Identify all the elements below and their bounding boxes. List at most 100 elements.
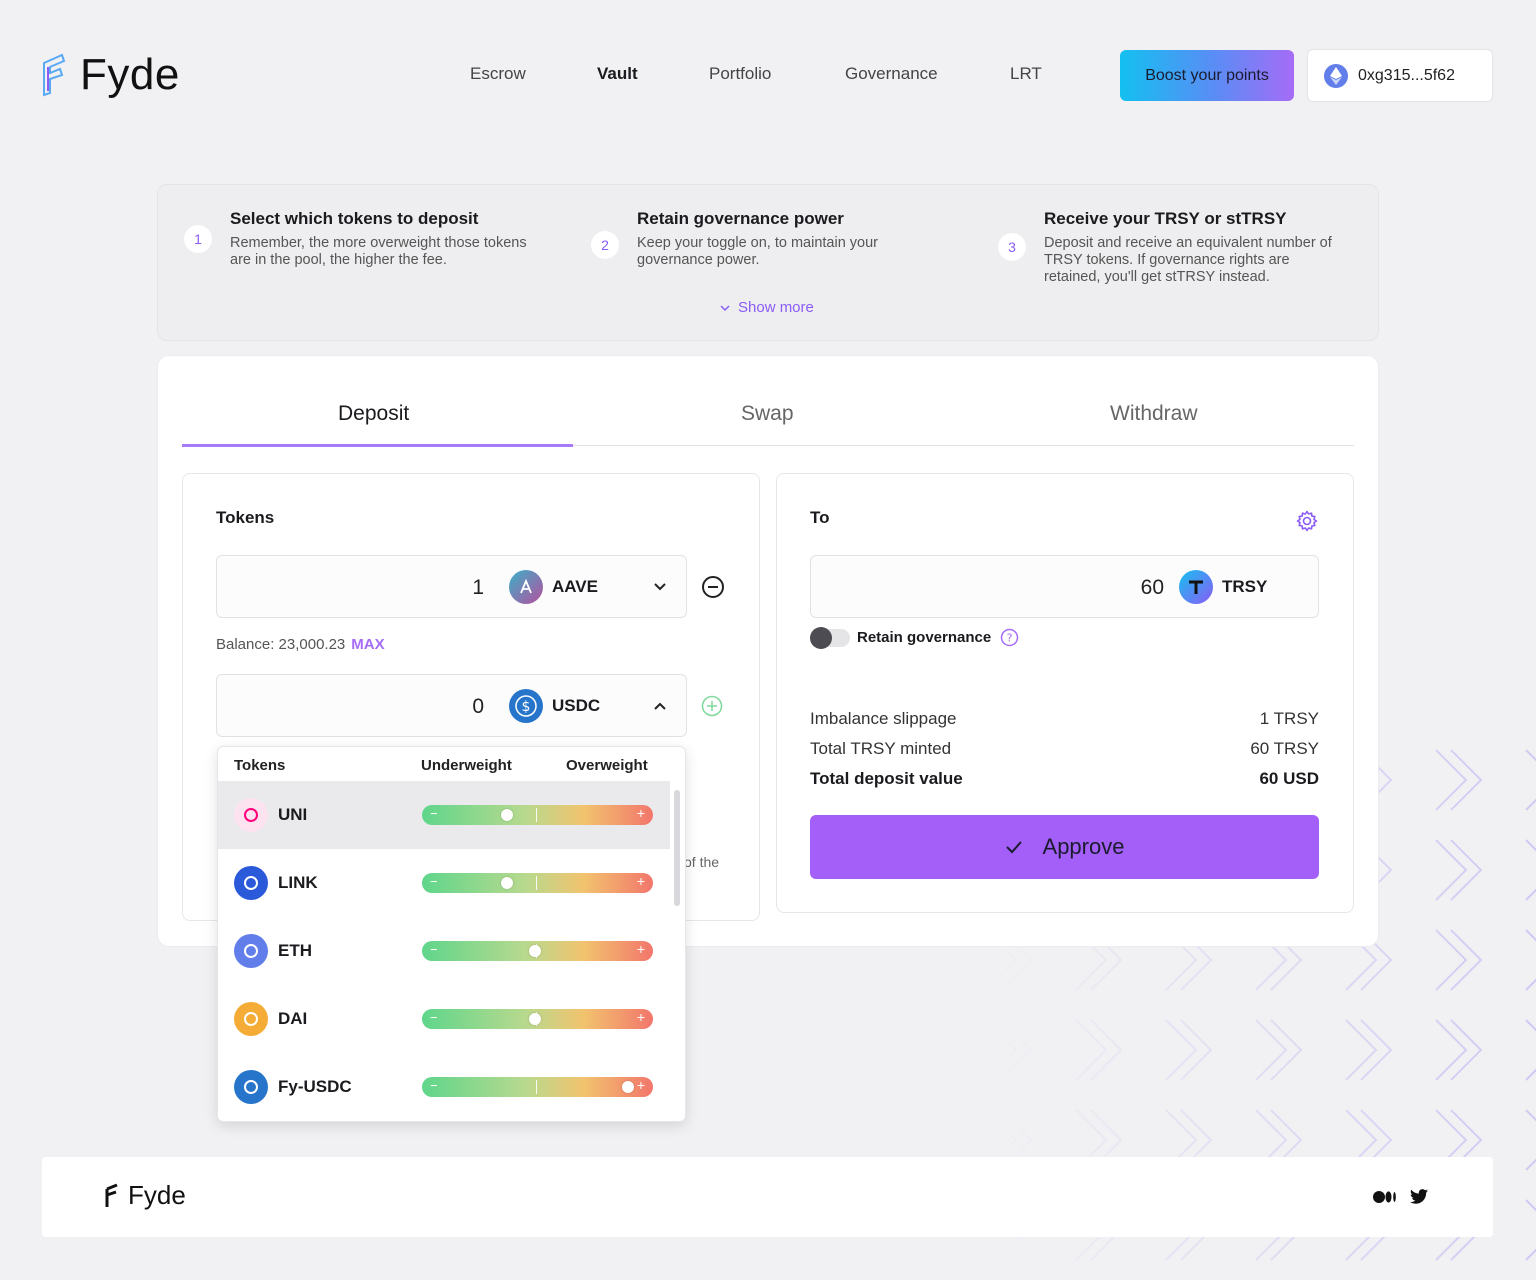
weight-knob bbox=[529, 1013, 541, 1025]
token-dropdown: Tokens Underweight Overweight UNI − + LINK −… bbox=[217, 746, 686, 1122]
fyde-logo-icon bbox=[105, 1183, 118, 1207]
dropdown-header-tokens: Tokens bbox=[234, 757, 286, 774]
weight-slider: − + bbox=[422, 1077, 653, 1097]
footer bbox=[42, 1157, 1493, 1237]
remove-token-icon[interactable] bbox=[701, 575, 725, 599]
weight-slider: − + bbox=[422, 873, 653, 893]
slider-midpoint bbox=[536, 808, 537, 822]
receive-amount: 60 bbox=[1140, 576, 1164, 599]
weight-slider: − + bbox=[422, 805, 653, 825]
usdc-icon: $ bbox=[509, 689, 543, 723]
add-token-icon[interactable] bbox=[701, 695, 723, 717]
receive-token-symbol: TRSY bbox=[1222, 577, 1268, 596]
summary-imbalance-slippage: Imbalance slippage 1 TRSY bbox=[810, 709, 1319, 729]
nav-vault[interactable]: Vault bbox=[597, 64, 638, 84]
weight-knob bbox=[622, 1081, 634, 1093]
dropdown-token-name: UNI bbox=[278, 805, 308, 824]
wallet-button[interactable]: 0xg315...5f62 bbox=[1307, 49, 1493, 102]
toggle-knob bbox=[810, 627, 832, 649]
dropdown-header-underweight: Underweight bbox=[421, 757, 512, 774]
minus-sign: − bbox=[430, 1010, 438, 1025]
trsy-icon bbox=[1179, 570, 1213, 604]
approve-label: Approve bbox=[1042, 834, 1125, 859]
slider-midpoint bbox=[536, 1080, 537, 1094]
ethereum-icon bbox=[1324, 63, 1348, 88]
dropdown-token-name: LINK bbox=[278, 873, 318, 892]
max-button[interactable]: MAX bbox=[351, 636, 384, 653]
help-question-icon[interactable]: ? bbox=[1000, 628, 1019, 647]
tokens-label: Tokens bbox=[216, 508, 275, 527]
checkmark-icon bbox=[1005, 841, 1022, 854]
weight-knob bbox=[501, 809, 513, 821]
receive-amount-field[interactable]: 60 TRSY bbox=[810, 555, 1319, 618]
dropdown-token-name: DAI bbox=[278, 1009, 308, 1028]
fyde-logo-icon bbox=[43, 53, 66, 97]
chevron-up-icon[interactable] bbox=[653, 701, 667, 711]
approve-button[interactable]: Approve bbox=[810, 815, 1319, 879]
dropdown-token-name: ETH bbox=[278, 941, 312, 960]
weight-slider: − + bbox=[422, 941, 653, 961]
token-input-row-2[interactable]: 0 $ USDC bbox=[216, 674, 687, 737]
summary-value: 1 TRSY bbox=[1259, 709, 1319, 728]
token-symbol: AAVE bbox=[552, 577, 598, 596]
nav-portfolio[interactable]: Portfolio bbox=[709, 64, 771, 84]
summary-label: Total TRSY minted bbox=[810, 739, 952, 758]
dropdown-item-uni[interactable]: UNI − + bbox=[218, 781, 670, 849]
fy-usdc-icon bbox=[234, 1070, 268, 1104]
plus-sign: + bbox=[636, 873, 645, 889]
token-amount-input[interactable]: 1 bbox=[472, 576, 484, 600]
tab-deposit[interactable]: Deposit bbox=[338, 402, 409, 426]
minus-sign: − bbox=[430, 874, 438, 889]
dropdown-item-eth[interactable]: ETH − + bbox=[218, 917, 670, 985]
boost-points-button[interactable]: Boost your points bbox=[1120, 50, 1294, 101]
weight-knob bbox=[529, 945, 541, 957]
plus-sign: + bbox=[636, 1009, 645, 1025]
svg-text:$: $ bbox=[522, 699, 531, 715]
dropdown-token-name: Fy-USDC bbox=[278, 1077, 352, 1096]
plus-sign: + bbox=[636, 1077, 645, 1093]
token-input-row-1[interactable]: 1 AAVE bbox=[216, 555, 687, 618]
dropdown-item-link[interactable]: LINK − + bbox=[218, 849, 670, 917]
token-amount-input[interactable]: 0 bbox=[472, 695, 484, 719]
token-balance: Balance: 23,000.23 MAX bbox=[216, 636, 385, 653]
step-description: Deposit and receive an equivalent number… bbox=[1044, 235, 1332, 285]
dropdown-scrollbar[interactable] bbox=[674, 790, 680, 906]
weight-knob bbox=[501, 877, 513, 889]
svg-text:?: ? bbox=[1007, 632, 1013, 645]
dropdown-item-dai[interactable]: DAI − + bbox=[218, 985, 670, 1053]
step-number: 2 bbox=[591, 231, 619, 259]
tab-swap[interactable]: Swap bbox=[741, 402, 794, 426]
token-symbol: USDC bbox=[552, 696, 601, 715]
step-number: 3 bbox=[998, 233, 1026, 261]
step-title: Retain governance power bbox=[637, 209, 844, 228]
steps-card: 1 Select which tokens to deposit Remembe… bbox=[157, 184, 1379, 341]
dropdown-item-fy-usdc[interactable]: Fy-USDC − + bbox=[218, 1053, 670, 1121]
summary-value: 60 USD bbox=[1259, 769, 1319, 788]
tab-withdraw[interactable]: Withdraw bbox=[1110, 402, 1198, 426]
nav-governance[interactable]: Governance bbox=[845, 64, 938, 84]
nav-escrow[interactable]: Escrow bbox=[470, 64, 526, 84]
step-title: Select which tokens to deposit bbox=[230, 209, 479, 228]
show-more-link[interactable]: Show more bbox=[720, 299, 814, 316]
brand-logo[interactable]: Fyde bbox=[40, 50, 180, 100]
summary-trsy-minted: Total TRSY minted 60 TRSY bbox=[810, 739, 1319, 759]
link-icon bbox=[234, 866, 268, 900]
retain-governance-toggle[interactable] bbox=[810, 627, 850, 649]
chevron-down-icon bbox=[720, 304, 730, 311]
active-tab-indicator bbox=[182, 444, 573, 447]
obscured-text: of the bbox=[684, 854, 720, 870]
slider-midpoint bbox=[536, 876, 537, 890]
chevron-down-icon[interactable] bbox=[653, 582, 667, 592]
nav-lrt[interactable]: LRT bbox=[1010, 64, 1042, 84]
to-label: To bbox=[810, 508, 830, 527]
wallet-address: 0xg315...5f62 bbox=[1358, 66, 1455, 84]
footer-logo[interactable]: Fyde bbox=[104, 1180, 186, 1211]
summary-value: 60 TRSY bbox=[1250, 739, 1319, 758]
medium-icon[interactable] bbox=[1373, 1190, 1397, 1204]
minus-sign: − bbox=[430, 942, 438, 957]
twitter-icon[interactable] bbox=[1410, 1189, 1428, 1204]
step-description: Keep your toggle on, to maintain your go… bbox=[637, 235, 879, 268]
uni-icon bbox=[234, 798, 268, 832]
settings-gear-icon[interactable] bbox=[1296, 510, 1318, 532]
summary-label: Total deposit value bbox=[810, 769, 963, 788]
